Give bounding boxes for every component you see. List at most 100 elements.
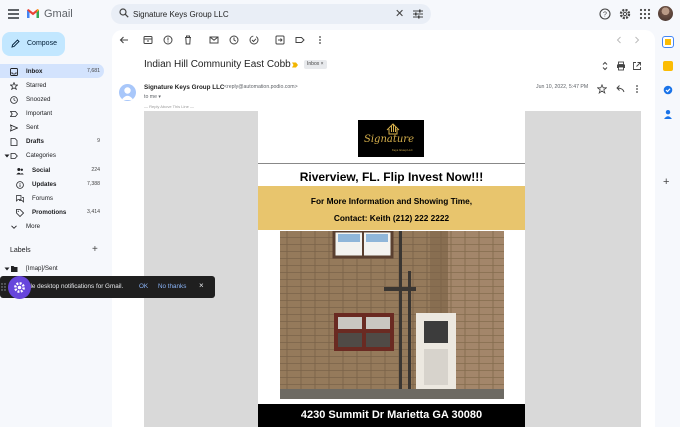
back-arrow-icon[interactable]: [119, 35, 129, 45]
contacts-icon[interactable]: [663, 109, 673, 119]
expand-all-icon[interactable]: [600, 61, 610, 71]
sender-avatar[interactable]: [119, 84, 136, 101]
draft-icon: [10, 137, 18, 146]
nav-item-drafts[interactable]: Drafts 9: [0, 134, 104, 148]
mark-unread-icon[interactable]: [209, 35, 219, 45]
drag-handle-icon[interactable]: [1, 283, 6, 291]
forum-icon: [16, 194, 24, 203]
hamburger-icon[interactable]: [8, 9, 19, 19]
keep-icon[interactable]: [663, 61, 673, 71]
email-body-card: Signature Keys Group LLC Riverview, FL. …: [258, 111, 525, 427]
print-icon[interactable]: [616, 61, 626, 71]
help-icon[interactable]: ?: [599, 8, 611, 20]
nav-item-forums[interactable]: Forums: [0, 191, 104, 205]
more-vert-icon[interactable]: [632, 84, 642, 94]
older-chevron-icon[interactable]: [632, 35, 642, 45]
delete-icon[interactable]: [183, 35, 193, 45]
nav-count: 9: [97, 137, 100, 144]
add-task-icon[interactable]: [249, 35, 259, 45]
tune-icon[interactable]: [413, 9, 423, 19]
tag-icon: [16, 208, 24, 217]
inbox-icon: [10, 67, 18, 76]
nav-item-snoozed[interactable]: Snoozed: [0, 92, 104, 106]
nav-item-social[interactable]: Social 224: [0, 163, 104, 177]
nav-label: Drafts: [26, 137, 44, 145]
app-name: Gmail: [44, 8, 73, 20]
extension-badge[interactable]: [8, 276, 31, 299]
nav-label: Important: [26, 109, 53, 117]
labels-heading: Labels: [10, 247, 31, 254]
star-icon: [10, 81, 18, 90]
nav-label: Social: [32, 166, 51, 174]
toast-no-thanks-button[interactable]: No thanks: [158, 283, 186, 290]
label-item-imap-sent[interactable]: [Imap]/Sent: [0, 261, 104, 275]
report-spam-icon[interactable]: [163, 35, 173, 45]
nav-item-important[interactable]: Important: [0, 106, 104, 120]
pencil-icon: [11, 39, 20, 48]
search-icon[interactable]: [119, 8, 129, 18]
nav-label: Forums: [32, 194, 53, 202]
important-marker-icon[interactable]: [292, 62, 298, 68]
nav-item-inbox[interactable]: Inbox 7,681: [0, 64, 104, 78]
get-addons-button[interactable]: +: [663, 176, 669, 188]
sender-name: Signature Keys Group LLC: [144, 84, 225, 91]
nav-count: 7,681: [87, 67, 100, 74]
logo-sub-text: Keys Group LLC: [392, 148, 413, 152]
nav-item-updates[interactable]: Updates 7,388: [0, 177, 104, 191]
nav-count: 224: [91, 166, 100, 173]
contact-line: Contact: Keith (212) 222 2222: [333, 213, 450, 223]
open-new-window-icon[interactable]: [632, 61, 642, 71]
search-input[interactable]: [133, 7, 383, 21]
folder-icon: [4, 265, 18, 272]
svg-text:?: ?: [603, 12, 607, 19]
clock-icon: [10, 95, 18, 104]
compose-button[interactable]: Compose: [2, 32, 65, 56]
archive-icon[interactable]: [143, 35, 153, 45]
recipient-details[interactable]: to me ▾: [144, 94, 161, 100]
calendar-icon[interactable]: [662, 36, 674, 48]
people-icon: [16, 167, 24, 174]
toast-close-icon[interactable]: ×: [199, 281, 204, 290]
nav-item-sent[interactable]: Sent: [0, 120, 104, 134]
nav-label: Inbox: [26, 67, 43, 75]
nav-label: Updates: [32, 180, 57, 188]
side-panel: +: [656, 30, 680, 427]
nav-label: Categories: [26, 151, 56, 159]
nav-label: Sent: [26, 123, 39, 131]
clear-search-icon[interactable]: ✕: [395, 7, 404, 21]
reply-above-line: — Reply Above This Line —: [144, 104, 194, 109]
info-line: For More Information and Showing Time,: [310, 196, 473, 206]
signature-keys-logo: Signature Keys Group LLC: [358, 120, 424, 157]
send-icon: [10, 123, 18, 132]
toast-ok-button[interactable]: OK: [139, 283, 148, 290]
label-icon[interactable]: [295, 35, 305, 45]
nav-item-more[interactable]: More: [0, 219, 104, 233]
chevron-down-icon: [11, 224, 17, 229]
account-avatar[interactable]: [658, 6, 673, 21]
gmail-logo[interactable]: [26, 8, 40, 19]
search-bar: ✕: [111, 4, 431, 24]
nav-count: 3,414: [87, 208, 100, 215]
nav-item-promotions[interactable]: Promotions 3,414: [0, 205, 104, 219]
label-caret-icon: [4, 152, 18, 159]
address-banner: 4230 Summit Dr Marietta GA 30080: [258, 404, 525, 427]
inbox-label-chip[interactable]: Inbox ×: [304, 60, 327, 69]
snooze-icon[interactable]: [229, 35, 239, 45]
contact-banner: For More Information and Showing Time, C…: [258, 186, 525, 230]
property-photo[interactable]: [280, 231, 504, 399]
more-vert-icon[interactable]: [315, 35, 325, 45]
gear-icon[interactable]: [619, 8, 631, 20]
nav-item-categories[interactable]: Categories: [0, 148, 104, 162]
apps-grid-icon[interactable]: [639, 8, 651, 20]
info-icon: [16, 180, 24, 189]
divider: [258, 163, 525, 164]
nav-item-starred[interactable]: Starred: [0, 78, 104, 92]
move-to-icon[interactable]: [275, 35, 285, 45]
newer-chevron-icon[interactable]: [614, 35, 624, 45]
reply-icon[interactable]: [615, 84, 625, 94]
add-label-button[interactable]: +: [92, 244, 98, 255]
compose-label: Compose: [27, 40, 57, 47]
star-icon[interactable]: [597, 84, 607, 94]
tasks-icon[interactable]: [663, 85, 673, 95]
nav-label: Starred: [26, 81, 47, 89]
